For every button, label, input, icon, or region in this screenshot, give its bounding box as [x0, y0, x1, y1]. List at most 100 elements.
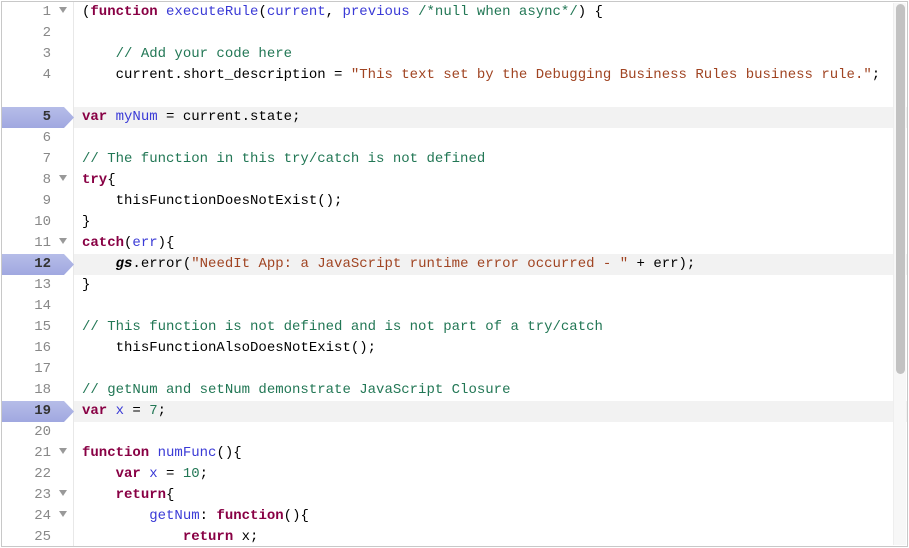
line-number: 4 — [27, 65, 51, 107]
code-text: (function executeRule(current, previous … — [82, 2, 603, 23]
line-number: 6 — [27, 128, 51, 149]
code-text: } — [82, 275, 90, 296]
gutter-line-7[interactable]: 7 — [2, 149, 73, 170]
fold-toggle-icon[interactable] — [59, 7, 67, 13]
fold-toggle-icon[interactable] — [59, 490, 67, 496]
scrollbar-track[interactable] — [893, 3, 906, 545]
code-text: return x; — [82, 527, 258, 546]
code-line-21[interactable]: function numFunc(){ — [82, 443, 907, 464]
code-text: thisFunctionAlsoDoesNotExist(); — [82, 338, 376, 359]
code-line-19[interactable]: var x = 7; — [82, 401, 907, 422]
code-text: // getNum and setNum demonstrate JavaScr… — [82, 380, 510, 401]
gutter-line-2[interactable]: 2 — [2, 23, 73, 44]
gutter-line-6[interactable]: 6 — [2, 128, 73, 149]
fold-toggle-icon[interactable] — [59, 511, 67, 517]
code-text: // This function is not defined and is n… — [82, 317, 603, 338]
code-line-13[interactable]: } — [82, 275, 907, 296]
line-number: 1 — [27, 2, 51, 23]
line-number: 20 — [27, 422, 51, 443]
fold-toggle-icon[interactable] — [59, 238, 67, 244]
code-area[interactable]: (function executeRule(current, previous … — [74, 2, 907, 546]
fold-toggle-icon[interactable] — [59, 175, 67, 181]
gutter-line-1[interactable]: 1 — [2, 2, 73, 23]
code-line-11[interactable]: catch(err){ — [82, 233, 907, 254]
line-number: 13 — [27, 275, 51, 296]
line-number: 19 — [27, 401, 51, 422]
code-line-20[interactable] — [82, 422, 907, 443]
gutter-line-25[interactable]: 25 — [2, 527, 73, 546]
gutter-line-4[interactable]: 4 — [2, 65, 73, 107]
gutter[interactable]: 1234567891011121314151617181920212223242… — [2, 2, 74, 546]
line-number: 2 — [27, 23, 51, 44]
line-number: 10 — [27, 212, 51, 233]
gutter-line-3[interactable]: 3 — [2, 44, 73, 65]
gutter-line-19[interactable]: 19 — [2, 401, 73, 422]
code-line-3[interactable]: // Add your code here — [82, 44, 907, 65]
line-number: 22 — [27, 464, 51, 485]
code-text: current.short_description = "This text s… — [82, 65, 880, 107]
gutter-line-14[interactable]: 14 — [2, 296, 73, 317]
gutter-line-8[interactable]: 8 — [2, 170, 73, 191]
line-number: 17 — [27, 359, 51, 380]
code-line-7[interactable]: // The function in this try/catch is not… — [82, 149, 907, 170]
gutter-line-15[interactable]: 15 — [2, 317, 73, 338]
scrollbar-thumb[interactable] — [896, 4, 905, 374]
code-text: function numFunc(){ — [82, 443, 242, 464]
code-text: try{ — [82, 170, 116, 191]
code-text: gs.error("NeedIt App: a JavaScript runti… — [82, 254, 695, 275]
gutter-line-20[interactable]: 20 — [2, 422, 73, 443]
fold-toggle-icon[interactable] — [59, 448, 67, 454]
gutter-line-9[interactable]: 9 — [2, 191, 73, 212]
line-number: 14 — [27, 296, 51, 317]
line-number: 25 — [27, 527, 51, 546]
code-line-2[interactable] — [82, 23, 907, 44]
gutter-line-16[interactable]: 16 — [2, 338, 73, 359]
gutter-line-11[interactable]: 11 — [2, 233, 73, 254]
code-text: // Add your code here — [82, 44, 292, 65]
code-line-9[interactable]: thisFunctionDoesNotExist(); — [82, 191, 907, 212]
code-text: getNum: function(){ — [82, 506, 309, 527]
line-number: 7 — [27, 149, 51, 170]
code-line-25[interactable]: return x; — [82, 527, 907, 546]
line-number: 11 — [27, 233, 51, 254]
line-number: 24 — [27, 506, 51, 527]
code-text: var x = 10; — [82, 464, 208, 485]
code-line-16[interactable]: thisFunctionAlsoDoesNotExist(); — [82, 338, 907, 359]
code-line-18[interactable]: // getNum and setNum demonstrate JavaScr… — [82, 380, 907, 401]
code-line-4[interactable]: current.short_description = "This text s… — [82, 65, 907, 107]
line-number: 3 — [27, 44, 51, 65]
gutter-line-18[interactable]: 18 — [2, 380, 73, 401]
line-number: 8 — [27, 170, 51, 191]
code-text: var x = 7; — [82, 401, 166, 422]
line-number: 15 — [27, 317, 51, 338]
editor-body: 1234567891011121314151617181920212223242… — [2, 2, 907, 546]
line-number: 21 — [27, 443, 51, 464]
code-line-10[interactable]: } — [82, 212, 907, 233]
gutter-line-22[interactable]: 22 — [2, 464, 73, 485]
line-number: 5 — [27, 107, 51, 128]
gutter-line-5[interactable]: 5 — [2, 107, 73, 128]
code-line-8[interactable]: try{ — [82, 170, 907, 191]
gutter-line-23[interactable]: 23 — [2, 485, 73, 506]
gutter-line-17[interactable]: 17 — [2, 359, 73, 380]
code-line-1[interactable]: (function executeRule(current, previous … — [82, 2, 907, 23]
code-editor: 1234567891011121314151617181920212223242… — [1, 1, 908, 547]
code-line-17[interactable] — [82, 359, 907, 380]
line-number: 18 — [27, 380, 51, 401]
gutter-line-21[interactable]: 21 — [2, 443, 73, 464]
code-text: thisFunctionDoesNotExist(); — [82, 191, 342, 212]
gutter-line-13[interactable]: 13 — [2, 275, 73, 296]
gutter-line-10[interactable]: 10 — [2, 212, 73, 233]
code-line-5[interactable]: var myNum = current.state; — [82, 107, 907, 128]
gutter-line-24[interactable]: 24 — [2, 506, 73, 527]
code-line-15[interactable]: // This function is not defined and is n… — [82, 317, 907, 338]
code-line-14[interactable] — [82, 296, 907, 317]
scroll-container[interactable]: 1234567891011121314151617181920212223242… — [2, 2, 907, 546]
code-line-22[interactable]: var x = 10; — [82, 464, 907, 485]
code-line-6[interactable] — [82, 128, 907, 149]
code-line-12[interactable]: gs.error("NeedIt App: a JavaScript runti… — [82, 254, 907, 275]
code-line-23[interactable]: return{ — [82, 485, 907, 506]
gutter-line-12[interactable]: 12 — [2, 254, 73, 275]
line-number: 12 — [27, 254, 51, 275]
code-line-24[interactable]: getNum: function(){ — [82, 506, 907, 527]
